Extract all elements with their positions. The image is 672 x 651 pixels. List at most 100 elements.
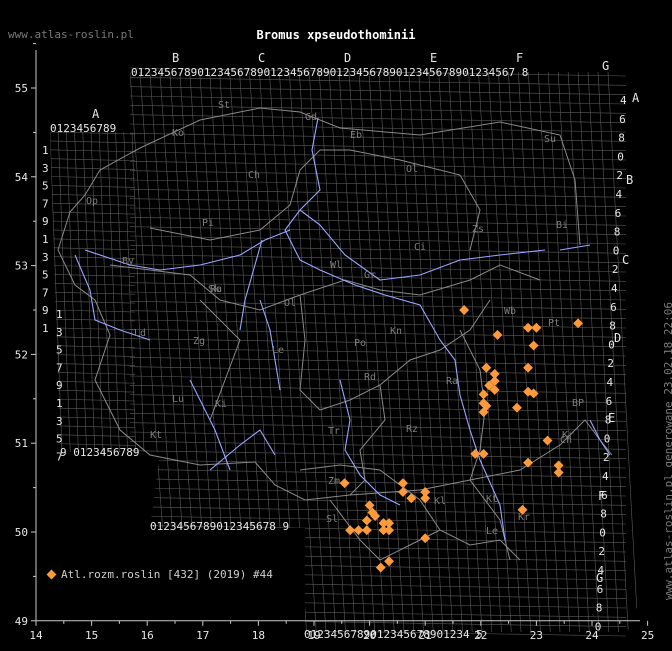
left-grid-digit: 7 [56,450,63,463]
region-code: Kr [518,512,530,523]
right-grid-digit: 8 [600,508,607,521]
right-grid-digit: 4 [620,94,627,107]
region-code: Gr [364,270,376,281]
region-code: Po [354,338,366,349]
y-tick-label: 54 [15,171,29,184]
x-tick-label: 14 [29,629,43,642]
right-grid-digit: 8 [609,320,616,333]
site-url: www.atlas-roslin.pl [8,28,134,41]
region-code: Ol [284,298,296,309]
occurrence-point [481,362,492,373]
left-grid-digit: 9 [56,379,63,392]
grid-column-letter: C [258,51,265,65]
occurrence-point [398,487,408,497]
right-grid-digit: 4 [602,470,609,483]
region-code: Rz [406,424,418,435]
region-code: Sl [326,514,338,525]
occurrence-point [523,362,534,373]
right-grid-digit: 2 [598,545,605,558]
occurrence-point [511,402,522,413]
region-code: Zs [472,224,484,235]
x-tick-label: 19 [307,629,320,642]
legend: Atl.rozm.roslin [432] (2019) #44 [46,568,273,581]
left-grid-digit: 1 [42,322,49,335]
y-tick-label: 53 [15,260,28,273]
right-grid-digit: 8 [618,132,625,145]
right-grid-digit: 8 [605,414,612,427]
bottom-left-grid-digits: 9 0123456789 [60,446,139,459]
right-grid-digit: 6 [615,207,622,220]
x-tick-label: 25 [641,629,654,642]
left-grid-digit: 1 [42,144,49,157]
y-tick-label: 50 [15,526,28,539]
left-grid-digit: 3 [56,326,63,339]
right-grid-digit: 4 [616,188,623,201]
top-a-grid-digits: 0123456789 [50,122,116,135]
region-code: By [122,256,134,267]
atpol-grid [0,60,672,651]
x-tick-label: 16 [141,629,154,642]
left-grid-digit: 5 [56,344,63,357]
occurrence-point [375,562,386,573]
grid-row-letter: C [622,253,629,267]
region-code: Kt [150,430,162,441]
x-tick-label: 21 [419,629,432,642]
bottom-b-grid-digits: 0123456789012345678 9 [150,520,289,533]
occurrence-point [528,340,539,351]
region-code: Bi [556,220,568,231]
top-grid-digits: 0123456789012345678901234567890123456789… [131,66,528,79]
x-tick-label: 20 [363,629,376,642]
region-code: Kn [390,326,402,337]
left-grid-digit: 7 [42,286,49,299]
right-grid-digit: 2 [603,451,610,464]
region-code: Op [86,196,98,207]
grid-column-letter: F [516,51,523,65]
y-tick-label: 55 [15,82,28,95]
river-line [559,244,591,251]
region-code: Wb [504,306,516,317]
left-grid-digit: 1 [56,308,63,321]
grid-column-letter: A [92,107,100,121]
right-grid-digit: 2 [607,357,614,370]
region-code: Rd [364,372,376,383]
region-code: Kl [434,496,446,507]
grid-column-letter: E [430,51,437,65]
left-grid-digit: 5 [42,269,49,282]
right-grid-digit: 4 [607,376,614,389]
left-grid-digit: 3 [42,251,49,264]
right-grid-digit: 0 [599,526,606,539]
x-tick-label: 23 [530,629,543,642]
region-code: Lu [172,394,184,405]
right-grid-digit: 0 [613,244,620,257]
occurrence-point [398,478,408,489]
right-grid-digit: 2 [612,263,619,276]
region-code: BP [572,398,584,409]
right-grid-digit: 4 [598,564,605,577]
legend-marker-icon [46,569,57,580]
right-grid-digit: 6 [597,583,604,596]
left-grid-digit: 9 [42,215,49,228]
left-grid-digit: 1 [56,397,63,410]
right-grid-digit: 4 [611,282,618,295]
left-grid-digit: 9 [42,304,49,317]
x-tick-label: 18 [252,629,265,642]
grid-row-letter: D [614,331,621,345]
right-grid-digit: 6 [606,395,613,408]
x-tick-label: 22 [474,629,487,642]
region-code: Le [272,345,284,356]
right-grid-digit: 6 [610,301,617,314]
left-grid-digit: 7 [56,361,63,374]
left-grid-digit: 1 [42,233,49,246]
distribution-map: StGdEbKoOlSuChPi BiCiWlGrByOlKnSkPoLdZgLe… [0,43,672,651]
region-code: Pi [202,218,214,229]
right-grid-digit: 2 [616,169,623,182]
x-tick-label: 17 [196,629,209,642]
legend-label: Atl.rozm.roslin [432] (2019) #44 [61,568,273,581]
occurrence-point [420,533,431,544]
region-code: Ch [248,170,260,181]
grid-column-letter: B [172,51,179,65]
left-grid-digit: 3 [42,162,49,175]
left-grid-digit: 5 [42,180,49,193]
region-code: Zg [193,336,205,347]
region-code: Kt [486,494,498,505]
